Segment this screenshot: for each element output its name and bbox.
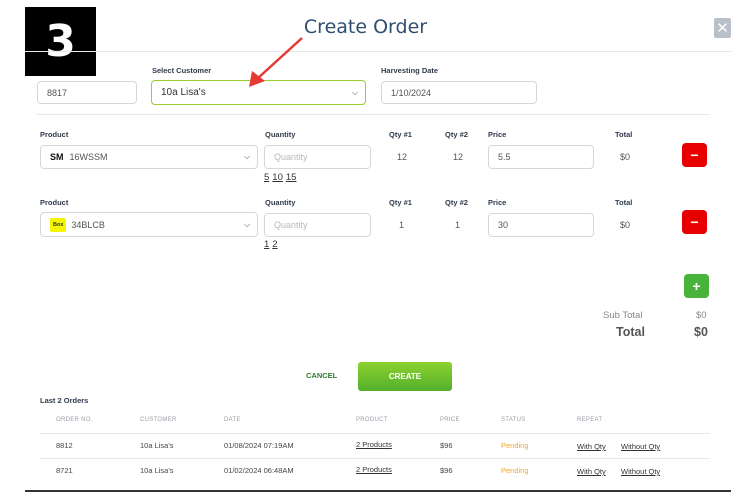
annotation-arrow-icon <box>249 37 303 87</box>
